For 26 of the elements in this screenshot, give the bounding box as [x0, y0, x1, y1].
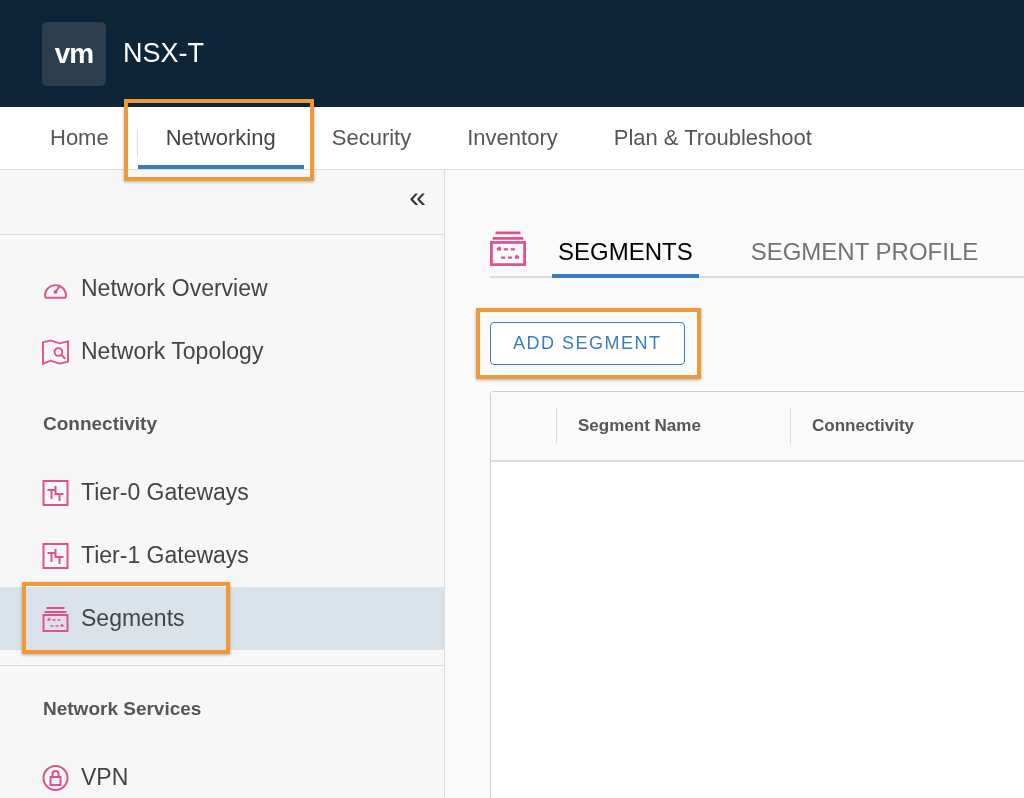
sidebar-item[interactable]: Tier-0 Gateways [0, 461, 444, 524]
column-header: Connectivity [811, 415, 916, 437]
section-heading: Network Services [42, 697, 203, 721]
sidebar-item[interactable]: Segments [0, 587, 444, 650]
add-segment-button[interactable]: ADD SEGMENT [490, 322, 685, 365]
nav-tab[interactable]: Plan & Troubleshoot [585, 111, 840, 169]
nav-tab[interactable]: Security [303, 111, 440, 169]
section-heading: Connectivity [42, 412, 159, 436]
gateway-icon [42, 542, 69, 569]
map-search-icon [42, 338, 69, 365]
nav-tab[interactable]: Home [22, 111, 137, 169]
sidebar-item[interactable]: Network Overview [0, 257, 444, 320]
content-tab[interactable]: SEGMENT PROFILE [744, 238, 985, 278]
column-header: Segment Name [557, 408, 791, 444]
gateway-icon [42, 479, 69, 506]
sidebar-item[interactable]: Tier-1 Gateways [0, 524, 444, 587]
segments-icon [42, 605, 69, 632]
nav-tab[interactable]: Inventory [439, 111, 586, 169]
segments-icon [490, 230, 526, 266]
lock-icon [42, 764, 69, 791]
logo: vm [42, 21, 106, 86]
collapse-button[interactable]: « [409, 170, 444, 212]
content-tab[interactable]: SEGMENTS [552, 238, 699, 278]
sidebar-item[interactable]: VPN [0, 746, 444, 798]
product-title: NSX-T [123, 38, 204, 69]
sidebar-item[interactable]: Network Topology [0, 320, 444, 383]
